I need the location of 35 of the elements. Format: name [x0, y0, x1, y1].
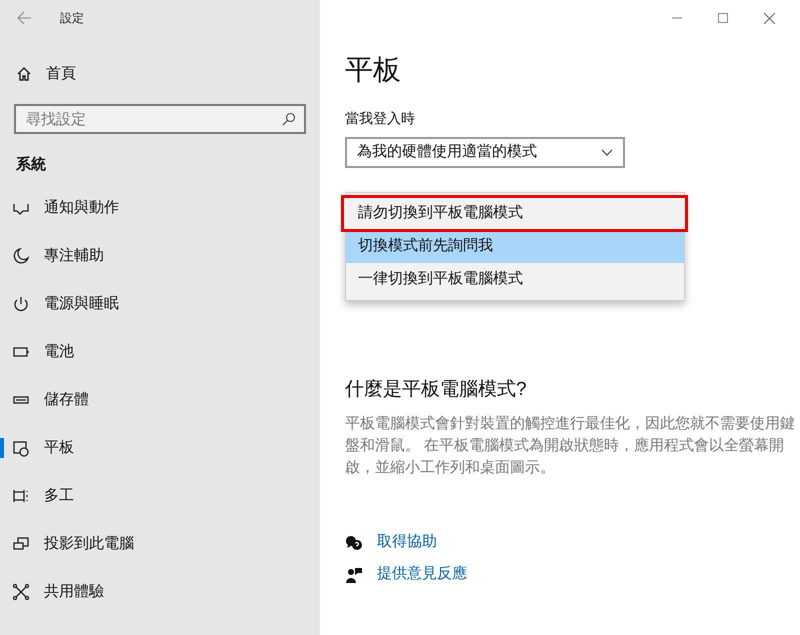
search-field[interactable]: 尋找設定	[14, 104, 306, 134]
dropdown-option[interactable]: 一律切換到平板電腦模式	[346, 263, 684, 296]
moon-icon	[12, 247, 30, 265]
chevron-down-icon	[601, 149, 613, 156]
dropdown-option[interactable]: 請勿切換到平板電腦模式	[343, 197, 686, 230]
maximize-icon[interactable]	[718, 13, 728, 23]
help-icon	[345, 534, 363, 552]
sidebar-item[interactable]: 共用體驗	[0, 568, 320, 616]
sidebar-item[interactable]: 通知與動作	[0, 184, 320, 232]
field-label: 當我登入時	[345, 109, 416, 128]
dropdown-option[interactable]: 切換模式前先詢問我	[346, 230, 684, 263]
section-heading: 什麼是平板電腦模式?	[345, 378, 528, 402]
multitask-icon	[12, 487, 30, 505]
home-icon	[16, 66, 32, 82]
power-icon	[12, 295, 30, 313]
sidebar-item[interactable]: 儲存體	[0, 376, 320, 424]
page-title: 平板	[345, 53, 402, 87]
sidebar-item[interactable]: 電池	[0, 328, 320, 376]
home-item[interactable]: 首頁	[0, 56, 320, 92]
sidebar-item[interactable]: 多工	[0, 472, 320, 520]
sidebar-item[interactable]: 專注輔助	[0, 232, 320, 280]
section-heading: 系統	[15, 155, 47, 175]
back-arrow-icon[interactable]	[16, 11, 32, 25]
close-icon[interactable]	[764, 12, 774, 24]
sidebar-item[interactable]: 投影到此電腦	[0, 520, 320, 568]
help-link[interactable]: 取得協助	[377, 531, 437, 554]
tablet-icon	[12, 439, 30, 457]
help-link[interactable]: 提供意見反應	[377, 563, 467, 586]
share-icon	[12, 583, 30, 601]
search-icon	[282, 112, 296, 126]
window-title: 設定	[60, 10, 84, 27]
feedback-icon	[345, 566, 363, 584]
description-text: 平板電腦模式會針對裝置的觸控進行最佳化，因此您就不需要使用鍵盤和滑鼠。 在平板電腦模式為開啟狀態時，應用程式會以全螢幕開啟，並縮小工作列和桌面圖示。	[345, 414, 796, 478]
mode-dropdown[interactable]: 為我的硬體使用適當的模式	[345, 137, 625, 168]
sidebar-item[interactable]: 電源與睡眠	[0, 280, 320, 328]
